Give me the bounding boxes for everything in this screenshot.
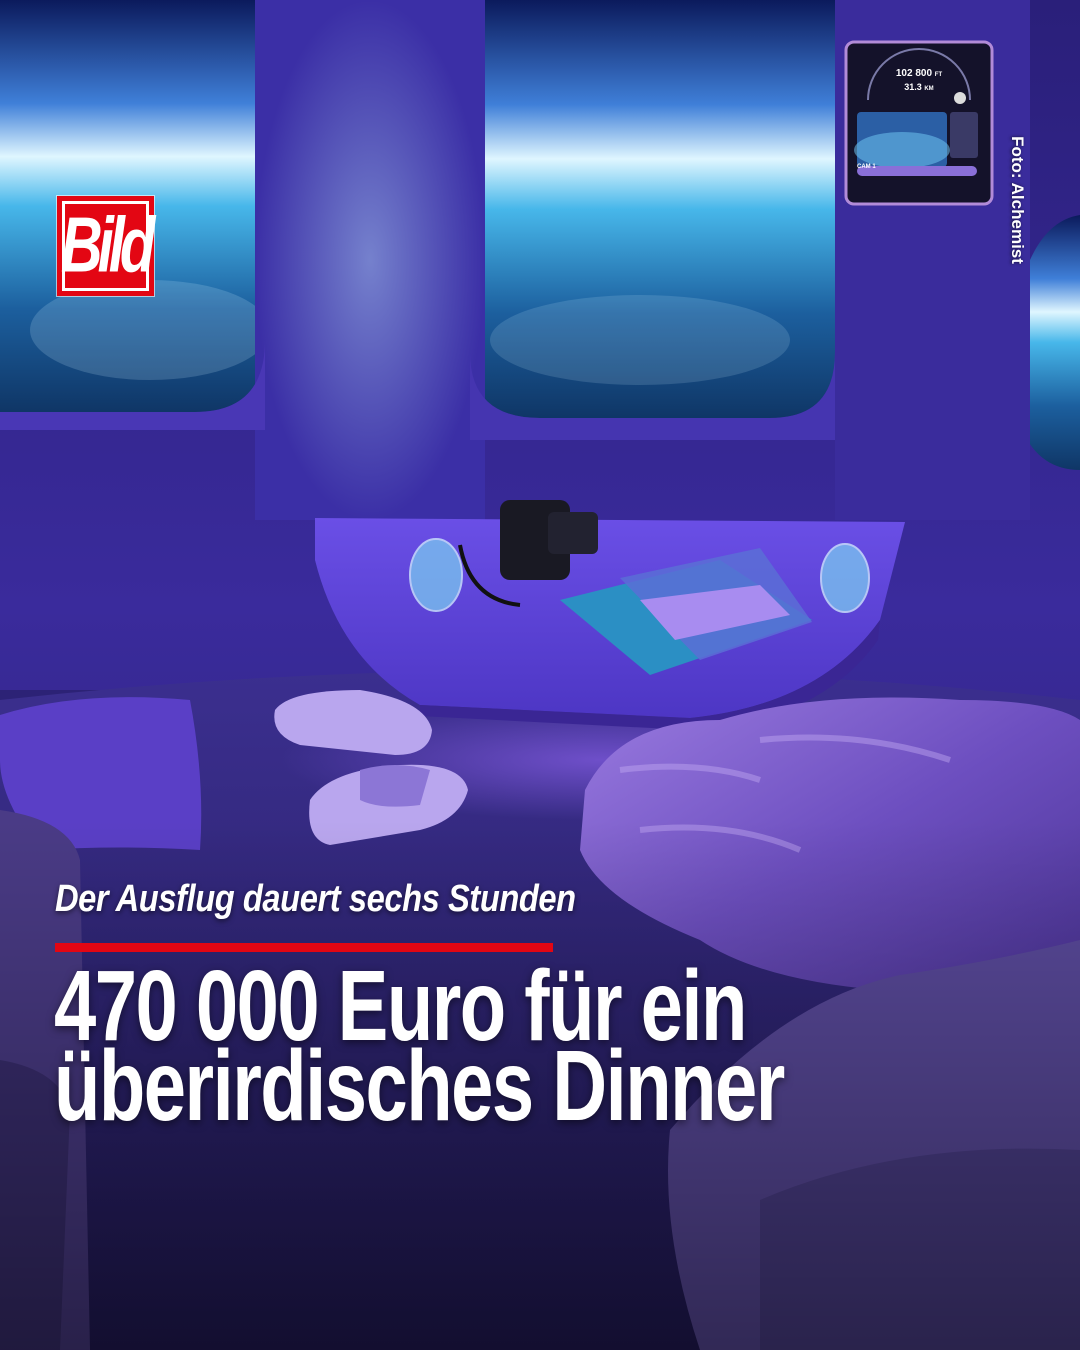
headline-line-2: überirdisches Dinner (54, 1030, 785, 1142)
post-card: 102 800 FT 31.3 KM CAM 1 Bild Foto: Alch… (0, 0, 1080, 1350)
bild-logo[interactable]: Bild (57, 196, 156, 296)
bild-logo-text: Bild (60, 201, 156, 290)
headline: 470 000 Euro für ein überirdisches Dinne… (54, 956, 890, 1142)
kicker-text: Der Ausflug dauert sechs Stunden (55, 878, 576, 920)
space-capsule-photo (0, 0, 1080, 1350)
photo-credit: Foto: Alchemist (1008, 136, 1027, 264)
